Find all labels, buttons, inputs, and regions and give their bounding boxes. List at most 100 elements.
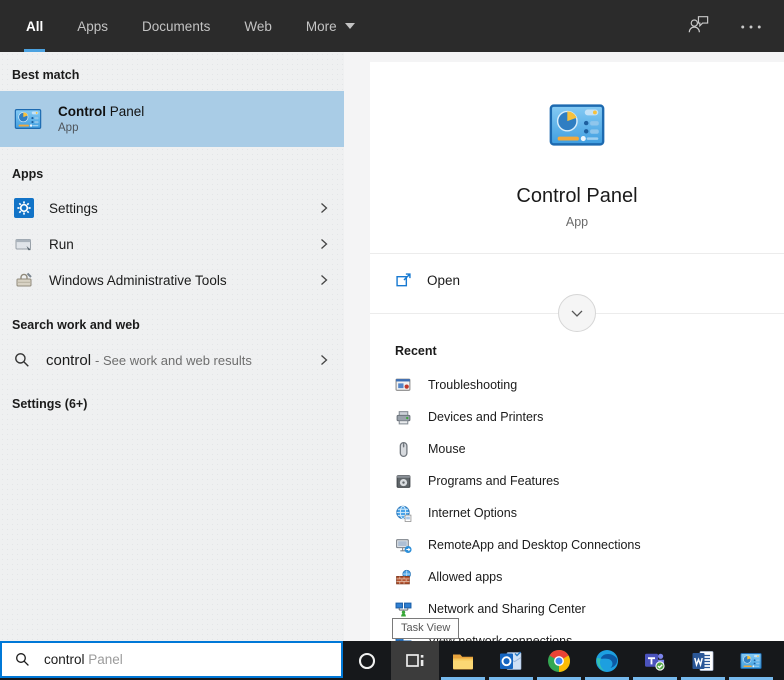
teams-icon — [643, 649, 667, 673]
tab-label: Documents — [142, 18, 211, 34]
search-typed-text: control — [44, 652, 85, 667]
best-match-result-control-panel[interactable]: Control Panel App — [0, 91, 344, 147]
expand-results-button[interactable] — [558, 294, 596, 332]
tab-label: All — [26, 18, 44, 34]
tab-label: Apps — [77, 18, 109, 34]
recent-item-devices-and-printers[interactable]: Devices and Printers — [395, 401, 784, 433]
caret-down-icon — [344, 23, 355, 29]
outlook-icon — [499, 649, 523, 673]
control-panel-icon — [13, 104, 43, 134]
taskbar-button-outlook[interactable] — [487, 641, 535, 680]
mouse-icon — [395, 441, 412, 458]
best-match-texts: Control Panel App — [58, 104, 144, 134]
chevron-right-icon — [318, 202, 330, 214]
tab-web[interactable]: Web — [242, 0, 274, 52]
search-icon — [14, 352, 30, 368]
recent-item-label: Internet Options — [428, 506, 517, 520]
web-search-result[interactable]: control - See work and web results — [0, 341, 344, 379]
network-sharing-icon — [395, 601, 412, 618]
search-results-area: Best match Control Panel App Apps Settin… — [0, 52, 784, 649]
remoteapp-icon — [395, 537, 412, 554]
app-result-settings[interactable]: Settings — [0, 190, 344, 226]
chevron-right-icon — [318, 274, 330, 286]
recent-header: Recent — [395, 344, 437, 358]
recent-item-allowed-apps[interactable]: Allowed apps — [395, 561, 784, 593]
allowed-apps-icon — [395, 569, 412, 586]
recent-item-troubleshooting[interactable]: Troubleshooting — [395, 369, 784, 401]
preview-hero: Control Panel App — [370, 62, 784, 229]
taskbar-button-word[interactable] — [679, 641, 727, 680]
results-list-panel: Best match Control Panel App Apps Settin… — [0, 52, 344, 641]
internet-options-icon — [395, 505, 412, 522]
taskbar-button-edge[interactable] — [583, 641, 631, 680]
taskbar-button-teams[interactable] — [631, 641, 679, 680]
bottom-bar: control Panel — [0, 641, 784, 680]
recent-item-internet-options[interactable]: Internet Options — [395, 497, 784, 529]
tab-documents[interactable]: Documents — [140, 0, 212, 52]
search-icon — [15, 652, 30, 667]
tab-apps[interactable]: Apps — [75, 0, 110, 52]
web-search-suffix: - See work and web results — [95, 352, 252, 368]
troubleshooting-icon — [395, 377, 412, 394]
edge-icon — [595, 649, 619, 673]
recent-item-mouse[interactable]: Mouse — [395, 433, 784, 465]
taskbar-search-input[interactable]: control Panel — [0, 641, 343, 678]
control-panel-icon — [739, 649, 763, 673]
search-work-web-header: Search work and web — [12, 318, 140, 332]
taskbar-button-control-panel[interactable] — [727, 641, 775, 680]
open-button-label: Open — [427, 273, 461, 288]
programs-features-icon — [395, 473, 412, 490]
tab-more[interactable]: More — [304, 0, 357, 52]
control-panel-icon — [546, 104, 608, 160]
tab-all[interactable]: All — [24, 0, 46, 52]
settings-section-header: Settings (6+) — [12, 397, 88, 411]
chevron-right-icon — [318, 354, 330, 366]
chrome-icon — [547, 649, 571, 673]
word-icon — [691, 649, 715, 673]
panel-gutter — [344, 52, 370, 641]
app-result-label: Settings — [49, 200, 98, 216]
tab-label: More — [305, 18, 337, 34]
best-match-title-bold: Control — [58, 104, 106, 119]
task-view-tooltip: Task View — [392, 618, 460, 639]
admin-tools-icon — [14, 270, 34, 290]
search-input-text: control Panel — [44, 652, 123, 667]
recent-item-label: Mouse — [428, 442, 466, 456]
user-feedback-icon[interactable] — [686, 13, 710, 40]
cortana-icon — [357, 651, 377, 671]
taskbar-button-task-view[interactable] — [391, 641, 439, 680]
best-match-header: Best match — [12, 68, 80, 82]
apps-list: Settings Run Windows Administrative Tools — [0, 190, 344, 298]
best-match-title: Control Panel — [58, 104, 144, 119]
search-suggestion-text: Panel — [84, 652, 123, 667]
recent-item-remoteapp-and-desktop-connections[interactable]: RemoteApp and Desktop Connections — [395, 529, 784, 561]
topbar-actions — [656, 0, 784, 52]
chevron-down-icon — [567, 303, 587, 323]
tab-label: Web — [244, 18, 272, 34]
file-explorer-icon — [451, 649, 475, 673]
preview-panel: Control Panel App Open Recent Troublesho… — [370, 52, 784, 649]
recent-item-label: Network and Sharing Center — [428, 602, 586, 616]
app-result-windows-administrative-tools[interactable]: Windows Administrative Tools — [0, 262, 344, 298]
best-match-subtitle: App — [58, 122, 79, 134]
web-search-query: control — [46, 351, 92, 369]
taskbar-button-chrome[interactable] — [535, 641, 583, 680]
taskbar-button-cortana[interactable] — [343, 641, 391, 680]
recent-list: Troubleshooting Devices and Printers Mouse… — [395, 369, 784, 657]
recent-item-label: RemoteApp and Desktop Connections — [428, 538, 641, 552]
open-button[interactable]: Open — [395, 272, 515, 289]
taskbar — [343, 641, 784, 680]
taskbar-button-file-explorer[interactable] — [439, 641, 487, 680]
chevron-right-icon — [318, 238, 330, 250]
search-filter-bar: All Apps Documents Web More — [0, 0, 784, 52]
app-result-run[interactable]: Run — [0, 226, 344, 262]
recent-item-programs-and-features[interactable]: Programs and Features — [395, 465, 784, 497]
preview-title: Control Panel — [516, 185, 638, 207]
settings-gear-icon — [14, 198, 34, 218]
recent-item-label: Devices and Printers — [428, 410, 544, 424]
app-result-label: Windows Administrative Tools — [49, 272, 227, 288]
apps-section-header: Apps — [12, 167, 44, 181]
ellipsis-icon[interactable] — [740, 17, 762, 35]
run-window-icon — [14, 234, 34, 254]
app-result-label: Run — [49, 236, 74, 252]
